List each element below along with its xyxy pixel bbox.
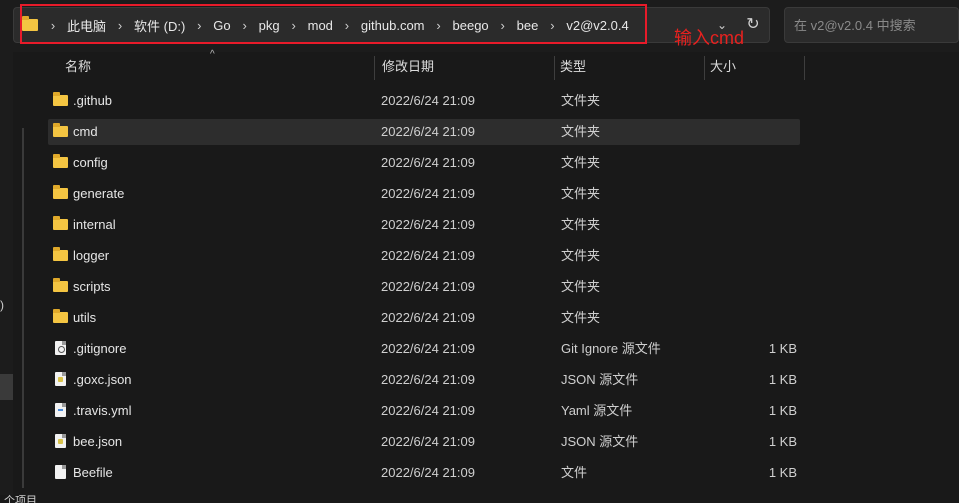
file-size: 1 KB: [768, 403, 797, 418]
file-type: JSON 源文件: [561, 434, 639, 449]
file-row[interactable]: utils 2022/6/24 21:09 文件夹: [48, 305, 800, 331]
file-date: 2022/6/24 21:09: [381, 403, 475, 418]
file-name: logger: [73, 248, 110, 263]
file-date: 2022/6/24 21:09: [381, 217, 475, 232]
file-date: 2022/6/24 21:09: [381, 372, 475, 387]
folder-icon: [53, 185, 68, 199]
gitignore-file-icon: [55, 341, 66, 355]
status-bar: 个项目: [0, 495, 959, 503]
folder-icon: [53, 154, 68, 168]
file-name: .travis.yml: [73, 403, 132, 418]
file-size: [708, 181, 797, 207]
file-name: .github: [73, 93, 113, 108]
file-date: 2022/6/24 21:09: [381, 310, 475, 325]
file-row[interactable]: logger 2022/6/24 21:09 文件夹: [48, 243, 800, 269]
nav-item-selected[interactable]: [0, 374, 13, 400]
file-date: 2022/6/24 21:09: [381, 248, 475, 263]
column-divider[interactable]: [804, 56, 805, 80]
file-size: [708, 212, 797, 238]
file-type: 文件夹: [561, 186, 601, 201]
file-row-selected[interactable]: cmd 2022/6/24 21:09 文件夹: [48, 119, 800, 145]
file-type: 文件夹: [561, 310, 601, 325]
json-file-icon: [55, 372, 66, 386]
file-name: utils: [73, 310, 97, 325]
nav-item-fragment[interactable]: ): [0, 298, 4, 312]
file-type: 文件夹: [561, 248, 601, 263]
search-box[interactable]: [784, 7, 959, 43]
file-icon: [55, 465, 66, 479]
file-type: 文件夹: [561, 155, 601, 170]
file-size: [708, 305, 797, 331]
folder-icon: [53, 309, 68, 323]
file-row[interactable]: .travis.yml 2022/6/24 21:09 Yaml 源文件 1 K…: [48, 398, 800, 424]
column-header-date[interactable]: 修改日期: [366, 52, 554, 82]
navigation-pane: ): [0, 52, 13, 503]
column-header-size[interactable]: 大小: [694, 52, 804, 82]
file-row[interactable]: .gitignore 2022/6/24 21:09 Git Ignore 源文…: [48, 336, 800, 362]
file-size: [708, 150, 797, 176]
file-size: [708, 119, 797, 145]
refresh-icon[interactable]: ↻: [744, 16, 762, 34]
file-date: 2022/6/24 21:09: [381, 155, 475, 170]
folder-icon: [53, 92, 68, 106]
file-date: 2022/6/24 21:09: [381, 341, 475, 356]
file-row[interactable]: .goxc.json 2022/6/24 21:09 JSON 源文件 1 KB: [48, 367, 800, 393]
file-size: [708, 274, 797, 300]
file-date: 2022/6/24 21:09: [381, 124, 475, 139]
file-type: 文件夹: [561, 279, 601, 294]
file-date: 2022/6/24 21:09: [381, 465, 475, 480]
file-name: Beefile: [73, 465, 113, 480]
folder-icon: [53, 216, 68, 230]
column-header-name[interactable]: 名称: [49, 52, 374, 82]
annotation-highlight-box: [20, 4, 647, 44]
file-name: scripts: [73, 279, 111, 294]
file-type: 文件夹: [561, 124, 601, 139]
file-type: 文件夹: [561, 217, 601, 232]
file-type: Yaml 源文件: [561, 403, 633, 418]
folder-icon: [53, 278, 68, 292]
search-input[interactable]: [785, 8, 958, 42]
file-type: 文件夹: [561, 93, 601, 108]
scrollbar[interactable]: [22, 128, 24, 488]
file-row[interactable]: Beefile 2022/6/24 21:09 文件 1 KB: [48, 460, 800, 486]
file-date: 2022/6/24 21:09: [381, 279, 475, 294]
json-file-icon: [55, 434, 66, 448]
file-size: 1 KB: [768, 434, 797, 449]
annotation-note: 输入cmd: [674, 28, 745, 48]
file-name: cmd: [73, 124, 98, 139]
file-size: 1 KB: [768, 341, 797, 356]
file-name: bee.json: [73, 434, 123, 449]
file-type: JSON 源文件: [561, 372, 639, 387]
file-date: 2022/6/24 21:09: [381, 186, 475, 201]
top-bar: › 此电脑 › 软件 (D:) › Go › pkg › mod › githu…: [0, 0, 959, 52]
file-type: 文件: [561, 465, 588, 480]
file-row[interactable]: generate 2022/6/24 21:09 文件夹: [48, 181, 800, 207]
column-header-type[interactable]: 类型: [544, 52, 704, 82]
yaml-file-icon: [55, 403, 66, 417]
file-row[interactable]: config 2022/6/24 21:09 文件夹: [48, 150, 800, 176]
file-row[interactable]: bee.json 2022/6/24 21:09 JSON 源文件 1 KB: [48, 429, 800, 455]
file-size: [708, 88, 797, 114]
file-size: [708, 243, 797, 269]
folder-icon: [53, 123, 68, 137]
file-name: generate: [73, 186, 125, 201]
file-row[interactable]: .github 2022/6/24 21:09 文件夹: [48, 88, 800, 114]
item-count-text: 个项目: [4, 495, 37, 503]
file-name: .goxc.json: [73, 372, 132, 387]
folder-icon: [53, 247, 68, 261]
file-name: .gitignore: [73, 341, 127, 356]
file-name: config: [73, 155, 108, 170]
file-row[interactable]: scripts 2022/6/24 21:09 文件夹: [48, 274, 800, 300]
file-size: 1 KB: [768, 465, 797, 480]
file-type: Git Ignore 源文件: [561, 341, 661, 356]
file-row[interactable]: internal 2022/6/24 21:09 文件夹: [48, 212, 800, 238]
file-date: 2022/6/24 21:09: [381, 434, 475, 449]
file-date: 2022/6/24 21:09: [381, 93, 475, 108]
file-name: internal: [73, 217, 116, 232]
file-size: 1 KB: [768, 372, 797, 387]
